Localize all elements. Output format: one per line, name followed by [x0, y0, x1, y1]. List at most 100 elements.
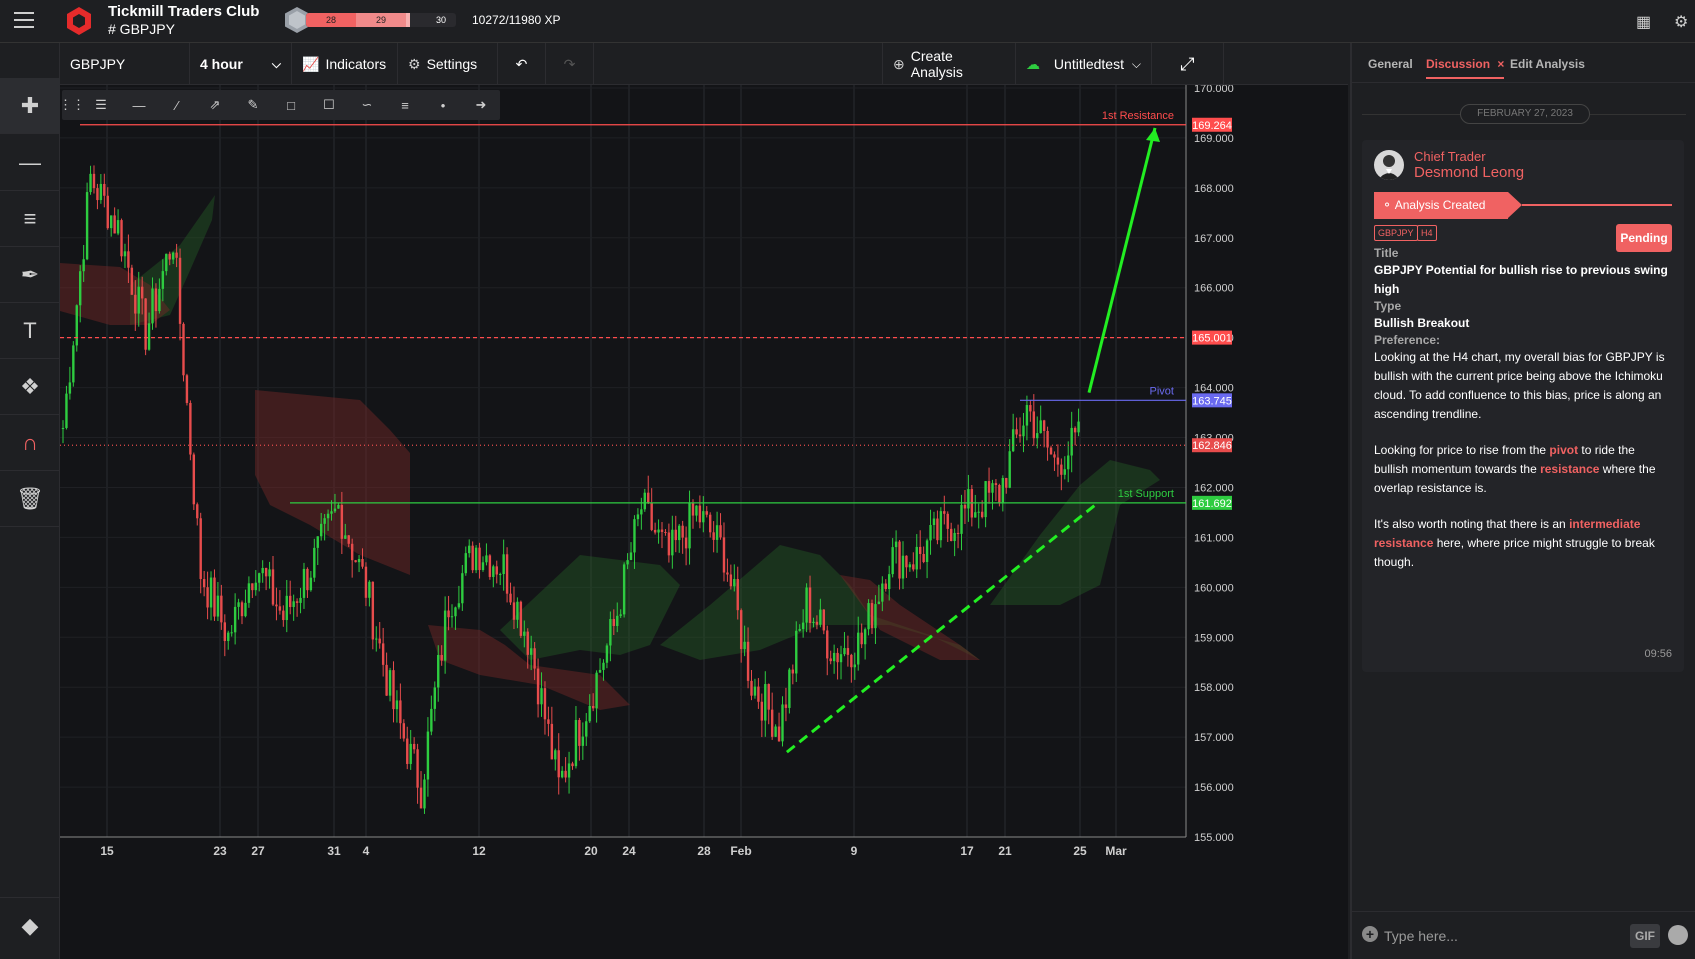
brush-tool-button[interactable]: ✒ [0, 247, 60, 303]
candle-body [89, 173, 92, 193]
candle-body [877, 601, 881, 605]
text-tool-button[interactable]: T [0, 303, 60, 359]
candle-body [168, 253, 171, 260]
layers-button[interactable]: ◆ [0, 897, 60, 953]
magnet-tool-button[interactable]: ∩ [0, 415, 60, 471]
fib-lines-icon: ≡ [23, 205, 37, 231]
chart-area[interactable]: 15 23 27 31 4 12 20 24 28 Feb 9 17 21 25 Mar 170.000 169… [60, 85, 1348, 959]
y-tick-label: 158.000 [1194, 682, 1234, 694]
candle-body [533, 648, 536, 669]
rectangle-icon[interactable]: □ [272, 90, 310, 120]
gif-button[interactable]: GIF [1630, 924, 1660, 948]
candle-body [223, 622, 227, 642]
analysis-description-2: Looking for price to rise from the pivot… [1374, 441, 1670, 498]
gear-icon[interactable]: ⚙ [1674, 12, 1688, 32]
plus-icon[interactable]: + [1362, 926, 1378, 942]
tab-edit-analysis[interactable]: Edit Analysis [1510, 57, 1585, 71]
price-chart[interactable]: 15 23 27 31 4 12 20 24 28 Feb 9 17 21 25 Mar 170.000 169… [60, 85, 1348, 959]
candle-body [175, 252, 178, 258]
candle-body [1063, 469, 1066, 475]
line-tool-button[interactable]: — [0, 135, 60, 191]
candle-body [213, 577, 216, 617]
y-tick-label: 164.000 [1194, 383, 1234, 395]
callout-icon[interactable]: ☐ [310, 90, 348, 120]
candle-body [72, 345, 75, 383]
candle-body [605, 645, 609, 663]
candle-body [323, 518, 326, 524]
candle-body [443, 610, 447, 661]
crosshair-tool-button[interactable]: ✚ [0, 78, 60, 134]
candle-body [385, 664, 388, 696]
ichimoku-cloud [255, 390, 410, 575]
candle-body [722, 537, 726, 573]
create-analysis-button[interactable]: ⊕ Create Analysis [882, 43, 1016, 85]
trash-button[interactable]: 🗑 [0, 471, 60, 527]
ray-icon[interactable]: ⇗ [196, 90, 234, 120]
ichimoku-cloud [990, 460, 1160, 605]
candle-body [499, 574, 502, 576]
lightbulb-icon: ⚬ [1382, 198, 1393, 212]
price-level-value: 163.745 [1192, 395, 1232, 407]
candle-body [832, 652, 836, 662]
pattern-tool-button[interactable]: ❖ [0, 359, 60, 415]
candle-body [61, 427, 65, 429]
candle-body [1042, 420, 1046, 431]
interval-dropdown[interactable]: 4 hour ⌵ [190, 43, 292, 85]
candle-body [836, 652, 839, 663]
candle-body [671, 529, 674, 556]
undo-button[interactable]: ↶ [498, 43, 546, 85]
redo-button[interactable]: ↷ [546, 43, 594, 85]
settings-button[interactable]: ⚙ Settings [398, 43, 498, 85]
y-tick-label: 162.000 [1194, 482, 1234, 494]
candle-body [282, 610, 285, 621]
menu-icon[interactable] [14, 12, 34, 28]
candle-body [764, 684, 767, 721]
candle-body [495, 566, 498, 575]
fib-tool-button[interactable]: ≡ [0, 191, 60, 247]
analysis-title: GBPJPY Potential for bullish rise to pre… [1374, 263, 1668, 296]
candle-body [134, 294, 137, 314]
candle-body [678, 525, 681, 541]
candle-body [643, 492, 646, 510]
candle-body [412, 743, 416, 750]
candle-body [770, 709, 774, 737]
line-segment-icon[interactable]: ➜ [462, 90, 500, 120]
layout-dropdown[interactable]: ☁ Untitledtest ⌵ [1016, 43, 1152, 85]
xp-text: 10272/11980 XP [472, 13, 561, 27]
candle-body [161, 271, 165, 289]
drag-handle-icon[interactable]: ⋮⋮ [59, 90, 85, 120]
parallel-channel-icon[interactable]: ≡ [386, 90, 424, 120]
avatar[interactable] [1374, 150, 1404, 180]
redo-icon: ↷ [563, 55, 576, 72]
candle-body [574, 720, 578, 767]
author-name[interactable]: Desmond Leong [1414, 164, 1524, 181]
candle-body [165, 253, 168, 272]
tab-general[interactable]: General [1368, 57, 1413, 71]
path-icon[interactable]: ∽ [348, 90, 386, 120]
indicators-button[interactable]: 📈 Indicators [292, 43, 398, 85]
symbol-search[interactable]: GBPJPY [60, 43, 190, 85]
fullscreen-button[interactable]: ⤢ [1152, 43, 1224, 85]
dot-icon[interactable]: • [424, 90, 462, 120]
layout-icon[interactable]: ▦ [1636, 12, 1651, 32]
symbol-label: GBPJPY [70, 56, 126, 72]
pencil-icon[interactable]: ✎ [234, 90, 272, 120]
horizontal-line-icon[interactable]: — [120, 90, 158, 120]
tab-discussion[interactable]: Discussion × [1426, 57, 1505, 79]
fib-retracement-icon[interactable]: ☰ [82, 90, 120, 120]
x-tick-label: 17 [960, 844, 974, 858]
emoji-icon[interactable] [1668, 925, 1688, 945]
candle-body [705, 511, 708, 515]
candle-body [733, 579, 736, 587]
candle-body [1011, 429, 1015, 452]
candle-body [144, 298, 147, 350]
candle-body [898, 541, 901, 579]
message-input[interactable] [1384, 922, 1624, 950]
x-tick-label: Mar [1105, 844, 1127, 858]
candle-body [519, 601, 523, 636]
candle-body [726, 572, 729, 575]
trend-line-icon[interactable]: ∕ [158, 90, 196, 120]
close-icon[interactable]: × [1497, 57, 1504, 71]
candle-body [471, 545, 474, 571]
candle-body [629, 552, 633, 561]
